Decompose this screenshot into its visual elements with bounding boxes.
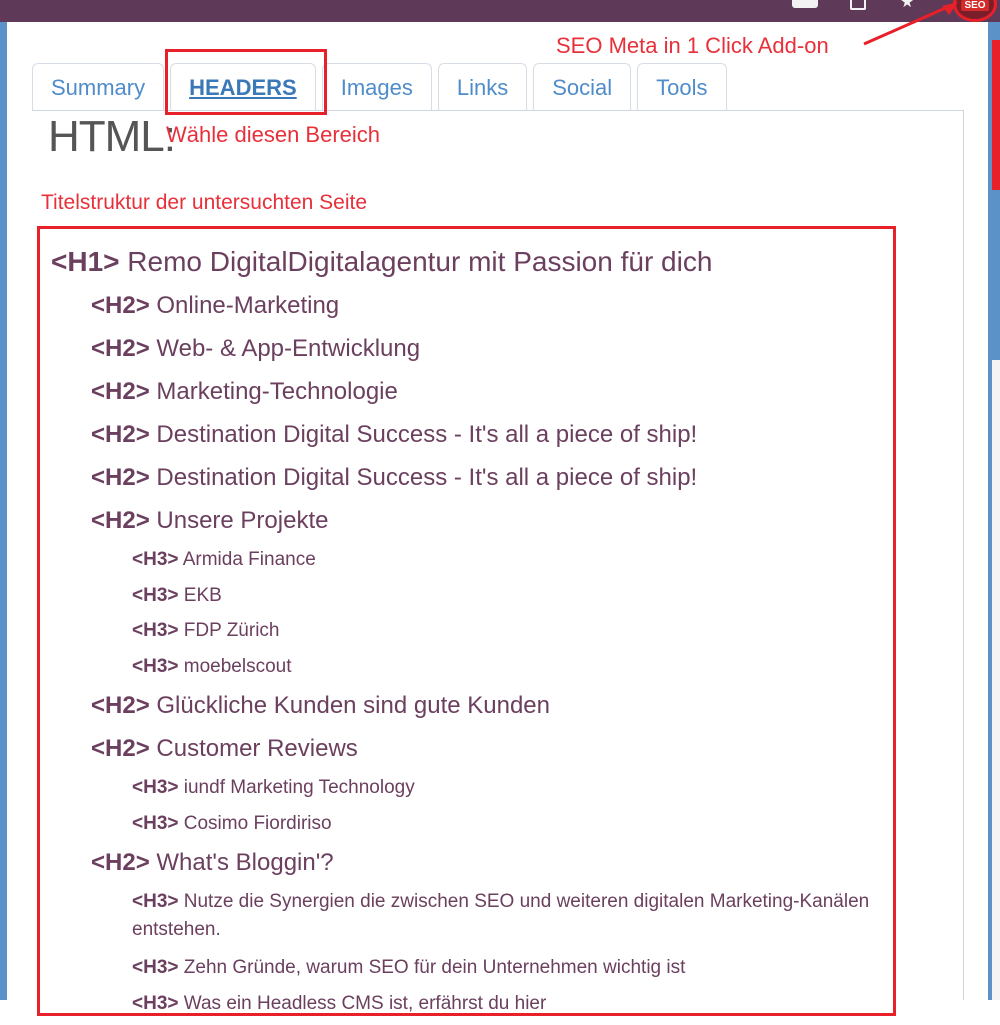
header-text: Destination Digital Success - It's all a… [156, 421, 697, 448]
annotation-arrow [850, 0, 970, 60]
header-tag: <H2> [91, 421, 150, 448]
tab-social[interactable]: Social [533, 63, 631, 111]
header-row-h3: <H3> EKB [51, 582, 891, 618]
panel-border [963, 110, 964, 1000]
header-text: moebelscout [184, 656, 292, 677]
header-text: Marketing-Technologie [156, 378, 397, 405]
header-row-h2: <H2> Glückliche Kunden sind gute Kunden [51, 688, 891, 731]
header-tag: <H3> [132, 777, 178, 798]
header-text: Destination Digital Success - It's all a… [156, 464, 697, 491]
header-text: Online-Marketing [156, 292, 339, 319]
background-page-accent [992, 40, 1000, 190]
header-tag: <H3> [132, 891, 178, 912]
header-tag: <H3> [132, 656, 178, 677]
header-text: FDP Zürich [184, 620, 280, 641]
header-row-h3: <H3> Zehn Gründe, warum SEO für dein Unt… [51, 954, 891, 990]
header-tag: <H3> [132, 585, 178, 606]
header-row-h2: <H2> Web- & App-Entwicklung [51, 331, 891, 374]
header-row-h1: <H1> Remo DigitalDigitalagentur mit Pass… [51, 244, 891, 288]
header-row-h2: <H2> Marketing-Technologie [51, 374, 891, 417]
header-tag: <H2> [91, 849, 150, 876]
header-text: Web- & App-Entwicklung [156, 335, 420, 362]
header-row-h2: <H2> Customer Reviews [51, 731, 891, 774]
header-row-h3: <H3> FDP Zürich [51, 617, 891, 653]
tab-tools[interactable]: Tools [637, 63, 726, 111]
tab-links[interactable]: Links [438, 63, 527, 111]
header-text: Unsere Projekte [156, 507, 328, 534]
header-row-h3: <H3> Nutze die Synergien die zwischen SE… [51, 888, 891, 954]
tab-images[interactable]: Images [322, 63, 432, 111]
section-heading: HTML: [48, 112, 175, 162]
header-tag: <H2> [91, 464, 150, 491]
header-tree: <H1> Remo DigitalDigitalagentur mit Pass… [51, 244, 891, 1025]
header-row-h2: <H2> What's Bloggin'? [51, 845, 891, 888]
header-tag: <H2> [91, 735, 150, 762]
header-tag: <H3> [132, 993, 178, 1014]
header-tag: <H3> [132, 549, 178, 570]
tab-headers[interactable]: HEADERS [170, 63, 316, 111]
header-tag: <H2> [91, 692, 150, 719]
print-icon[interactable] [792, 0, 818, 8]
header-tag: <H2> [91, 335, 150, 362]
header-row-h3: <H3> Was ein Headless CMS ist, erfährst … [51, 990, 891, 1025]
header-row-h2: <H2> Unsere Projekte [51, 503, 891, 546]
background-page-strip [992, 360, 1000, 1000]
header-tag: <H2> [91, 378, 150, 405]
header-text: Remo DigitalDigitalagentur mit Passion f… [127, 246, 712, 277]
window-frame-left [0, 22, 7, 1000]
header-tag: <H3> [132, 620, 178, 641]
tab-bar: Summary HEADERS Images Links Social Tool… [32, 63, 727, 111]
header-text: Nutze die Synergien die zwischen SEO und… [132, 891, 869, 940]
header-row-h2: <H2> Destination Digital Success - It's … [51, 460, 891, 503]
header-tag: <H2> [91, 292, 150, 319]
header-tag: <H2> [91, 507, 150, 534]
tab-summary[interactable]: Summary [32, 63, 164, 111]
header-tag: <H3> [132, 957, 178, 978]
header-text: Cosimo Fiordiriso [184, 813, 332, 834]
header-text: EKB [184, 585, 222, 606]
header-text: Zehn Gründe, warum SEO für dein Unterneh… [184, 957, 686, 978]
header-row-h2: <H2> Online-Marketing [51, 288, 891, 331]
header-text: Customer Reviews [156, 735, 357, 762]
header-row-h3: <H3> Cosimo Fiordiriso [51, 810, 891, 846]
header-text: Was ein Headless CMS ist, erfährst du hi… [184, 993, 547, 1014]
header-row-h3: <H3> Armida Finance [51, 546, 891, 582]
header-row-h3: <H3> moebelscout [51, 653, 891, 689]
tab-divider [32, 110, 964, 111]
header-tag: <H3> [132, 813, 178, 834]
header-tag: <H1> [51, 246, 120, 277]
header-text: Armida Finance [183, 549, 316, 570]
header-row-h3: <H3> iundf Marketing Technology [51, 774, 891, 810]
header-row-h2: <H2> Destination Digital Success - It's … [51, 417, 891, 460]
select-area-annotation: Wähle diesen Bereich [166, 122, 380, 148]
header-text: iundf Marketing Technology [184, 777, 415, 798]
structure-annotation: Titelstruktur der untersuchten Seite [41, 191, 367, 215]
header-text: What's Bloggin'? [156, 849, 333, 876]
header-text: Glückliche Kunden sind gute Kunden [156, 692, 550, 719]
addon-annotation: SEO Meta in 1 Click Add-on [556, 33, 829, 59]
